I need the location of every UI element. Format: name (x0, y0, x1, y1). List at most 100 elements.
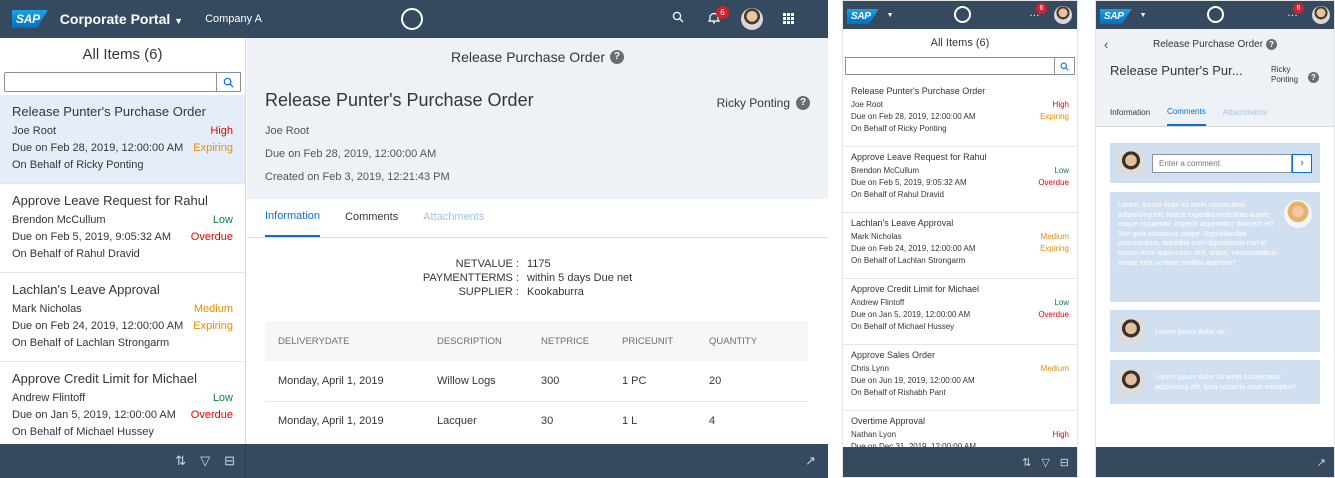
comment-input[interactable] (1152, 153, 1292, 173)
item-behalf: On Behalf of Lachlan Strongarm (851, 256, 966, 265)
user-avatar (1118, 150, 1144, 176)
item-due: Due on Jan 5, 2019, 12:00:00 AM (12, 409, 176, 421)
list-item[interactable]: Approve Leave Request for Rahul Brendon … (0, 184, 245, 273)
item-due: Due on Jan 5, 2019, 12:00:00 AM (851, 310, 971, 319)
back-icon[interactable]: ‹ (1104, 37, 1108, 52)
chevron-down-icon[interactable]: ▼ (1140, 12, 1147, 19)
item-status: Overdue (1038, 310, 1069, 319)
user-avatar[interactable] (1054, 6, 1072, 24)
share-icon[interactable]: ↗ (805, 453, 816, 469)
item-priority: High (1052, 100, 1069, 109)
tab-attachments[interactable]: Attachments (423, 211, 484, 237)
list-item[interactable]: Lachlan's Leave Approval Mark Nicholas Me… (843, 213, 1077, 279)
item-behalf: On Behalf of Michael Hussey (851, 322, 955, 331)
help-icon[interactable]: ? (1266, 38, 1278, 50)
footer-toolbar: ↗ (1096, 447, 1334, 477)
field-value: Kookaburra (527, 286, 584, 298)
app-logo-ring[interactable] (954, 6, 971, 23)
table-row[interactable]: Monday, April 1, 2019 Willow Logs 300 1 … (265, 361, 808, 401)
column-header: PRICEUNIT (622, 335, 674, 347)
help-icon[interactable]: ? (610, 50, 625, 64)
item-behalf: On Behalf of Ricky Ponting (12, 159, 144, 171)
help-icon[interactable]: ? (796, 96, 810, 110)
group-icon[interactable]: ⊟ (1060, 456, 1069, 469)
search-field[interactable] (0, 72, 245, 92)
user-avatar[interactable] (741, 8, 763, 30)
page-title: Release Purchase Order (1152, 38, 1264, 50)
app-logo-ring[interactable] (1207, 6, 1224, 23)
search-input[interactable] (845, 57, 1055, 75)
notification-badge: 6 (716, 6, 729, 19)
list-item[interactable]: Approve Sales Order Chris Lynn Medium Due… (843, 345, 1077, 411)
phone-list-view: SAP ▼ … 6 All Items (6) Release Punter's… (842, 0, 1078, 478)
item-title: Lachlan's Leave Approval (851, 218, 954, 228)
page-title: Release Purchase Order (450, 49, 606, 65)
search-icon[interactable] (672, 11, 684, 23)
search-field[interactable] (843, 57, 1077, 75)
item-priority: Low (212, 392, 233, 404)
notification-badge: 6 (1036, 3, 1047, 14)
comment-item: Lorem ipsum dolor sit amet consectetur a… (1110, 360, 1320, 404)
item-status: Expiring (1040, 244, 1069, 253)
sap-logo[interactable]: SAP (1100, 6, 1132, 24)
assignee-last: Ponting (1271, 75, 1299, 84)
notification-badge: 6 (1293, 3, 1304, 14)
item-status: Overdue (190, 231, 233, 243)
item-due: Due on Feb 28, 2019, 12:00:00 AM (851, 112, 976, 121)
sap-logo[interactable]: SAP (12, 10, 48, 28)
filter-icon[interactable]: ▽ (200, 453, 210, 469)
master-title: All Items (6) (82, 46, 163, 63)
table-cell: Monday, April 1, 2019 (278, 374, 384, 387)
table-cell: 4 (709, 415, 716, 428)
item-behalf: On Behalf of Rahul Dravid (12, 248, 140, 260)
list-item[interactable]: Approve Credit Limit for Michael Andrew … (0, 362, 245, 444)
search-button[interactable] (1055, 57, 1075, 75)
search-input[interactable] (4, 72, 217, 92)
tab-comments[interactable]: Comments (1167, 107, 1206, 126)
help-icon[interactable]: ? (1308, 72, 1319, 83)
info-fields: NETVALUE : 1175 PAYMENTTERMS : within 5 da… (247, 238, 828, 298)
item-person: Brendon McCullum (12, 214, 106, 226)
column-header: NETPRICE (541, 335, 590, 347)
list-item[interactable]: Approve Credit Limit for Michael Andrew … (843, 279, 1077, 345)
comment-text: Lorem ipsum dolor sit amet consectetur a… (1155, 372, 1297, 391)
item-title: Approve Credit Limit for Michael (851, 284, 980, 294)
sort-icon[interactable]: ⇅ (175, 453, 186, 469)
tab-information[interactable]: Information (265, 210, 321, 237)
group-icon[interactable]: ⊟ (224, 453, 235, 469)
search-icon (1060, 62, 1069, 71)
portal-title[interactable]: Corporate Portal ▼ (60, 11, 183, 27)
item-status: Expiring (193, 320, 233, 332)
app-logo-ring[interactable] (401, 8, 423, 30)
comments-feed: › Lorem, ipsum dolor sit amet consectetu… (1096, 127, 1334, 404)
tab-attachments[interactable]: Attachments (1223, 108, 1267, 126)
tab-information[interactable]: Information (1110, 108, 1150, 126)
filter-icon[interactable]: ▽ (1041, 456, 1049, 469)
list-item[interactable]: Release Punter's Purchase Order Joe Root… (0, 95, 245, 184)
table-row[interactable]: Monday, April 1, 2019 Lacquer 30 1 L 4 (265, 401, 808, 441)
master-list: All Items (6) Release Punter's Purchase … (0, 38, 246, 444)
user-avatar[interactable] (1312, 6, 1330, 24)
grid-icon[interactable] (783, 13, 794, 24)
tab-comments[interactable]: Comments (345, 211, 398, 237)
share-icon[interactable]: ↗ (1317, 456, 1326, 469)
item-title: Approve Credit Limit for Michael (12, 371, 197, 386)
field-value: within 5 days Due net (527, 272, 633, 284)
search-button[interactable] (217, 72, 241, 92)
item-behalf: On Behalf of Lachlan Strongarm (12, 337, 170, 349)
item-behalf: On Behalf of Rahul Dravid (851, 190, 944, 199)
table-cell: Lacquer (437, 415, 477, 428)
item-person: Andrew Flintoff (12, 392, 86, 404)
chevron-down-icon[interactable]: ▼ (887, 12, 894, 19)
sap-logo[interactable]: SAP (847, 6, 879, 24)
list-item[interactable]: Approve Leave Request for Rahul Brendon … (843, 147, 1077, 213)
sort-icon[interactable]: ⇅ (1022, 456, 1031, 469)
detail-page: Release Purchase Order ? Release Punter'… (247, 38, 828, 444)
list-item[interactable]: Release Punter's Purchase Order Joe Root… (843, 81, 1077, 147)
item-due: Due on Feb 5, 2019, 9:05:32 AM (12, 231, 172, 243)
send-button[interactable]: › (1292, 153, 1312, 173)
item-title: Approve Sales Order (851, 350, 936, 360)
footer-toolbar: ⇅ ▽ ⊟ (843, 447, 1077, 477)
item-status: Expiring (1040, 112, 1069, 121)
list-item[interactable]: Lachlan's Leave Approval Mark Nicholas Me… (0, 273, 245, 362)
